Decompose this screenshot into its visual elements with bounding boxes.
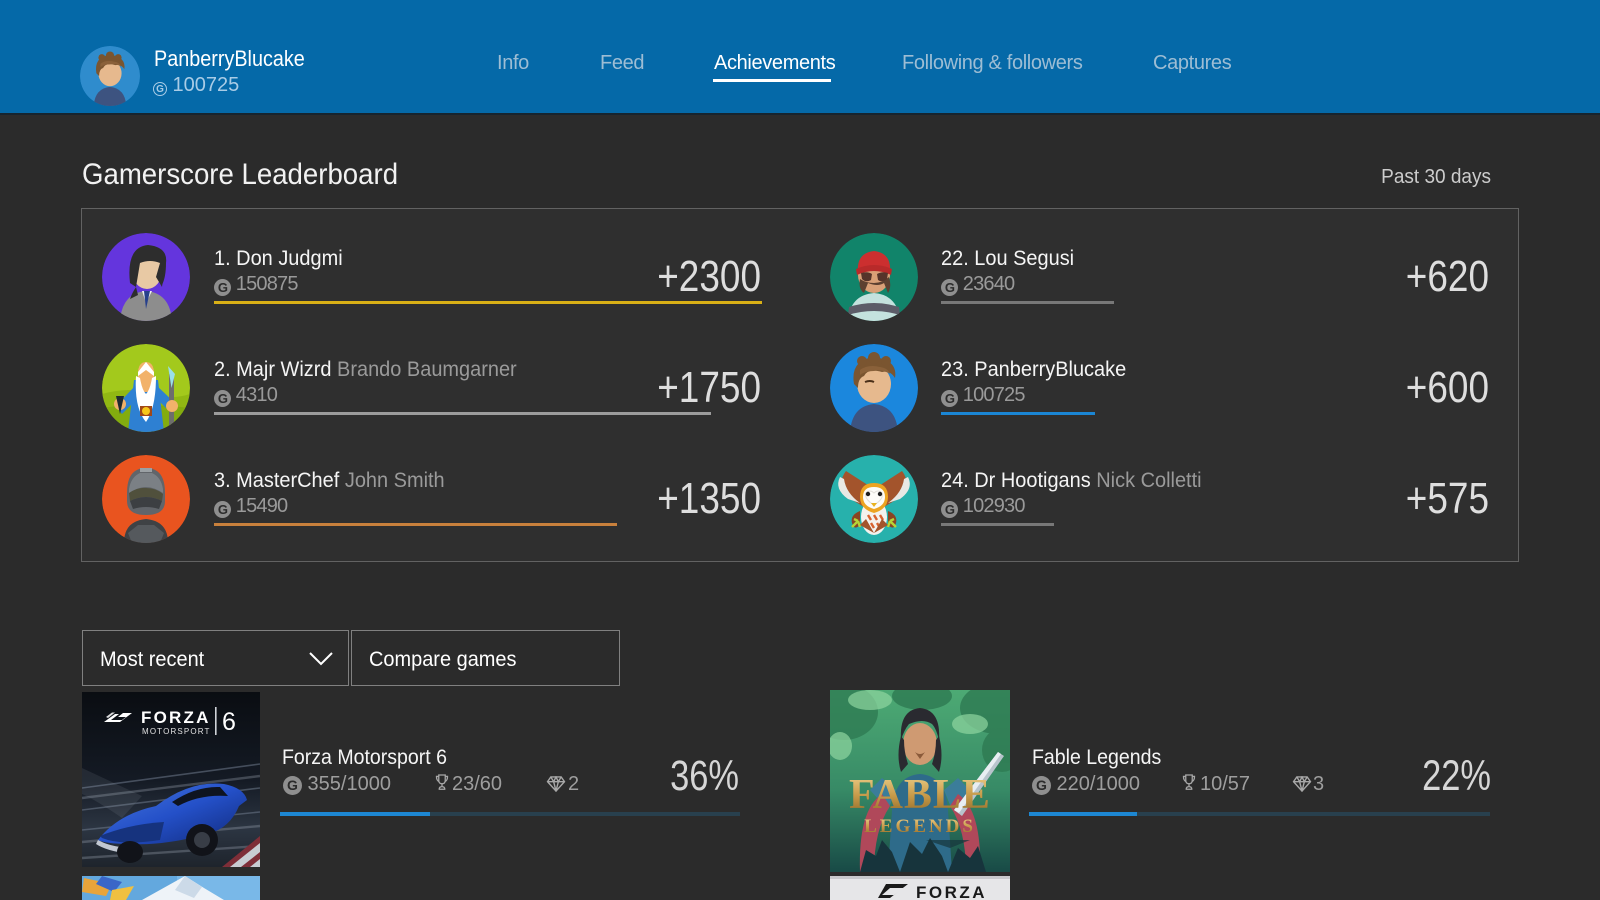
svg-text:FABLE: FABLE xyxy=(849,772,991,818)
svg-text:LEGENDS: LEGENDS xyxy=(864,816,976,837)
svg-text:FORZA: FORZA xyxy=(141,708,211,727)
svg-text:FORZA: FORZA xyxy=(916,883,987,900)
svg-text:MOTORSPORT: MOTORSPORT xyxy=(142,727,211,736)
svg-text:6: 6 xyxy=(222,708,236,736)
